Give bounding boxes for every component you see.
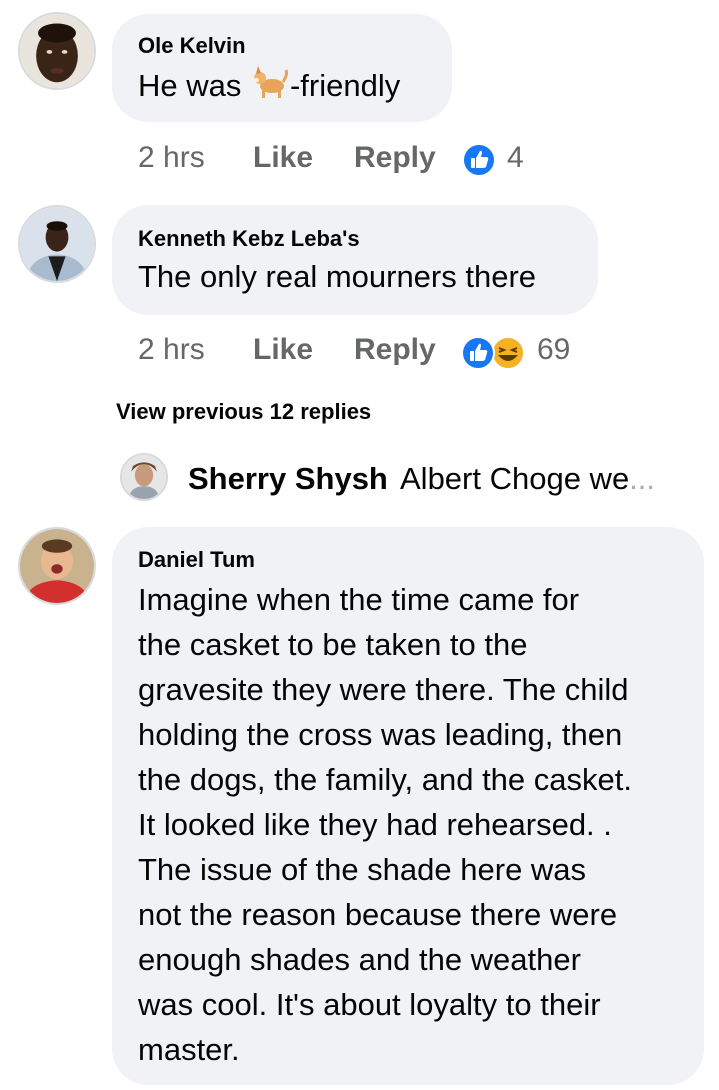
like-button[interactable]: Like bbox=[253, 333, 313, 367]
avatar-photo bbox=[20, 207, 94, 281]
reply-button[interactable]: Reply bbox=[354, 333, 436, 367]
avatar-photo bbox=[20, 529, 94, 603]
avatar-sherry-shysh[interactable] bbox=[120, 453, 168, 501]
comments-page: Ole Kelvin He was -friendly 2 hrs Like R… bbox=[0, 0, 719, 1090]
comment-line: Imagine when the time came for bbox=[138, 582, 580, 617]
reply-preview[interactable]: Sherry Shysh Albert Choge we... bbox=[120, 453, 700, 503]
comment-line: not the reason because there were bbox=[138, 897, 618, 932]
comment-text: He was -friendly bbox=[138, 62, 400, 108]
comment-timestamp: 2 hrs bbox=[138, 333, 205, 366]
comment-text-before: He was bbox=[138, 68, 250, 103]
comment-author[interactable]: Kenneth Kebz Leba's bbox=[138, 226, 360, 252]
reply-text-ellipsis: ... bbox=[629, 461, 656, 496]
like-button[interactable]: Like bbox=[253, 141, 313, 175]
avatar-ole-kelvin[interactable] bbox=[18, 12, 96, 90]
like-reaction-icon[interactable] bbox=[462, 143, 496, 177]
comment-line: enough shades and the weather bbox=[138, 942, 581, 977]
dog-emoji-icon bbox=[250, 62, 290, 102]
comment-text-after: -friendly bbox=[289, 68, 401, 103]
comment-line: It looked like they had rehearsed. . bbox=[138, 807, 612, 842]
avatar-kenneth-kebz-leba[interactable] bbox=[18, 205, 96, 283]
reply-button[interactable]: Reply bbox=[354, 141, 436, 175]
comment-text: Imagine when the time came for the caske… bbox=[138, 577, 698, 1072]
comment-line: the casket to be taken to the bbox=[138, 627, 528, 662]
reaction-count[interactable]: 69 bbox=[537, 333, 570, 367]
comment-author[interactable]: Daniel Tum bbox=[138, 547, 255, 573]
reaction-icons[interactable] bbox=[460, 335, 526, 371]
comment-author[interactable]: Ole Kelvin bbox=[138, 33, 246, 59]
avatar-photo bbox=[20, 14, 94, 88]
reaction-count[interactable]: 4 bbox=[507, 141, 524, 175]
reply-text-content: Albert Choge we bbox=[400, 461, 630, 496]
like-icon bbox=[461, 336, 495, 370]
comment-line: the dogs, the family, and the casket. bbox=[138, 762, 632, 797]
comment-timestamp: 2 hrs bbox=[138, 141, 205, 174]
comment-line: was cool. It's about loyalty to their bbox=[138, 987, 601, 1022]
avatar-daniel-tum[interactable] bbox=[18, 527, 96, 605]
laugh-icon bbox=[491, 336, 525, 370]
avatar-photo bbox=[122, 455, 166, 499]
comment-line: master. bbox=[138, 1032, 240, 1067]
comment-text: The only real mourners there bbox=[138, 259, 537, 294]
reply-text: Albert Choge we... bbox=[400, 461, 655, 497]
reply-author[interactable]: Sherry Shysh bbox=[188, 461, 388, 497]
view-previous-replies-link[interactable]: View previous 12 replies bbox=[116, 399, 371, 425]
comment-line: gravesite they were there. The child bbox=[138, 672, 629, 707]
comment-line: The issue of the shade here was bbox=[138, 852, 587, 887]
comment-line: holding the cross was leading, then bbox=[138, 717, 623, 752]
